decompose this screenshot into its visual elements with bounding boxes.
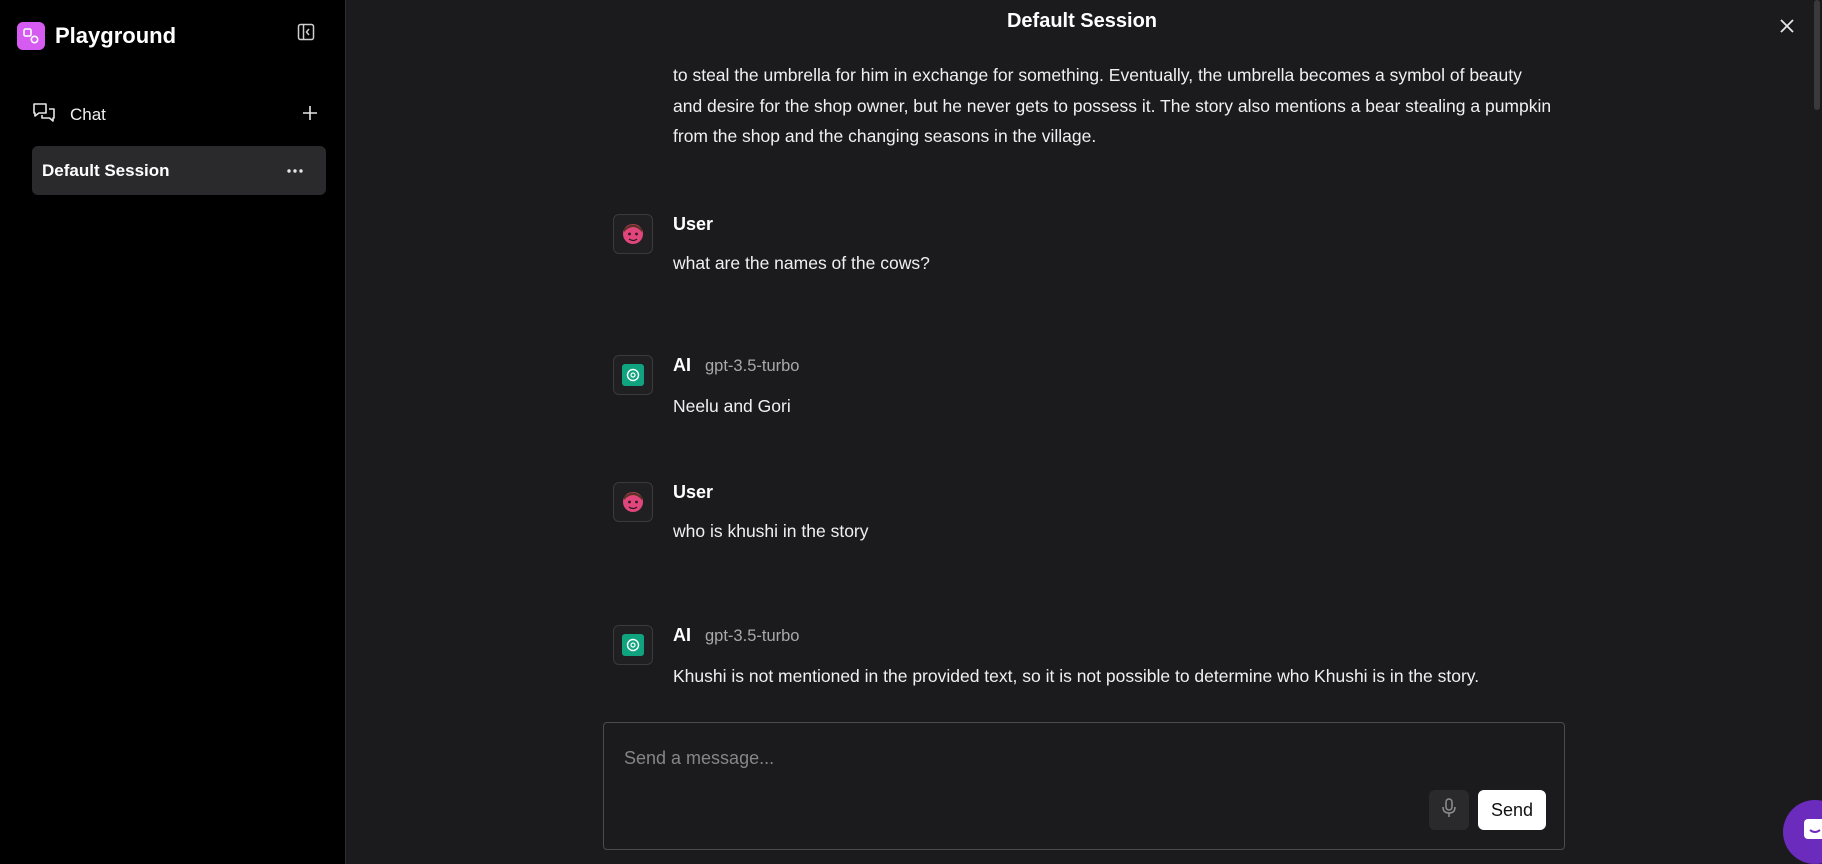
message-text: Khushi is not mentioned in the provided … bbox=[673, 666, 1480, 686]
message-text: what are the names of the cows? bbox=[673, 253, 930, 273]
message-header: User bbox=[673, 482, 713, 503]
message-composer: Send bbox=[603, 722, 1565, 850]
playground-logo-icon bbox=[17, 22, 45, 50]
close-button[interactable] bbox=[1775, 16, 1799, 40]
chat-support-icon bbox=[1801, 816, 1822, 849]
help-chat-launcher[interactable] bbox=[1783, 800, 1822, 864]
message-role: AI bbox=[673, 625, 691, 645]
new-chat-button[interactable] bbox=[298, 103, 322, 127]
sidebar-item-label: Chat bbox=[70, 105, 106, 124]
user-avatar-icon bbox=[613, 482, 653, 522]
message-input[interactable] bbox=[624, 743, 1524, 773]
brand[interactable]: Playground bbox=[17, 22, 176, 50]
plus-icon bbox=[302, 105, 318, 126]
model-label: gpt-3.5-turbo bbox=[705, 627, 800, 645]
microphone-icon bbox=[1441, 797, 1457, 823]
message-header: AI gpt-3.5-turbo bbox=[673, 625, 799, 646]
session-item-default[interactable]: Default Session bbox=[32, 146, 326, 195]
openai-icon bbox=[613, 625, 653, 665]
scrollbar-thumb[interactable] bbox=[1814, 0, 1820, 110]
chat-panel: Default Session to steal the umbrella fo… bbox=[347, 0, 1822, 864]
chat-bubbles-icon bbox=[32, 102, 56, 129]
openai-icon bbox=[613, 355, 653, 395]
sidebar-item-chat[interactable]: Chat bbox=[32, 102, 322, 128]
user-avatar-icon bbox=[613, 214, 653, 254]
message-role: User bbox=[673, 214, 714, 234]
message-header: User bbox=[673, 214, 713, 235]
app-name: Playground bbox=[55, 23, 177, 48]
sidebar-collapse-button[interactable] bbox=[294, 22, 318, 46]
session-more-button[interactable] bbox=[282, 158, 308, 182]
page-title: Default Session bbox=[1006, 10, 1158, 32]
sidebar: Playground Chat Default Session bbox=[0, 0, 346, 864]
close-icon bbox=[1779, 18, 1795, 39]
session-label: Default Session bbox=[42, 160, 170, 180]
microphone-button[interactable] bbox=[1429, 790, 1469, 830]
message-role: AI bbox=[673, 355, 691, 375]
message-text: to steal the umbrella for him in exchang… bbox=[673, 65, 1552, 146]
message-text: who is khushi in the story bbox=[673, 521, 869, 541]
message-role: User bbox=[673, 482, 714, 502]
message-text: Neelu and Gori bbox=[673, 396, 791, 416]
ellipsis-icon bbox=[286, 161, 304, 179]
sidebar-collapse-icon bbox=[296, 22, 316, 47]
model-label: gpt-3.5-turbo bbox=[705, 357, 800, 375]
message-header: AI gpt-3.5-turbo bbox=[673, 355, 799, 376]
send-button[interactable]: Send bbox=[1478, 790, 1546, 830]
